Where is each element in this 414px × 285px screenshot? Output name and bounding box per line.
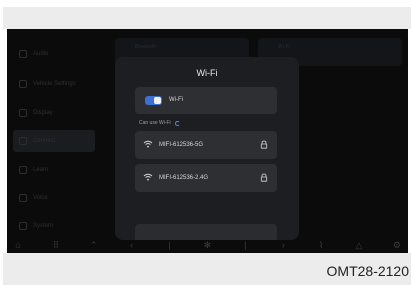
dialog-title: Wi-Fi <box>196 68 218 78</box>
sidebar-item-vehicle-settings[interactable]: Vehicle Settings <box>13 73 95 95</box>
audio-icon <box>19 50 27 58</box>
alert-icon[interactable]: △ <box>354 240 364 250</box>
sidebar-item-system[interactable]: System <box>13 215 95 237</box>
climate-left-icon[interactable]: | <box>165 240 175 250</box>
fan-left-icon[interactable]: ‹ <box>127 240 137 250</box>
sidebar-item-display[interactable]: Display <box>13 102 95 124</box>
seat-icon[interactable]: ⌇ <box>316 240 326 250</box>
lock-icon <box>260 173 268 182</box>
wifi-toggle-switch[interactable] <box>145 96 162 105</box>
sidebar-item-audio[interactable]: Audio <box>13 43 95 65</box>
network-item-partial[interactable] <box>135 224 277 240</box>
wifi-card-label: Wi-Fi <box>278 44 290 50</box>
wifi-dialog: Wi-Fi Wi-Fi Can use Wi-Fi MIFI-612536-5G <box>115 57 299 240</box>
wifi-signal-icon <box>143 173 153 181</box>
sidebar-item-label: System <box>33 223 54 229</box>
figure-top-band <box>3 7 411 29</box>
wifi-toggle-label: Wi-Fi <box>169 97 183 103</box>
toggle-knob <box>154 97 161 104</box>
home-icon[interactable]: ⌂ <box>13 240 23 250</box>
link-icon <box>19 137 27 145</box>
figure-code: OMT28-2120 <box>326 263 409 279</box>
display-icon <box>19 109 27 117</box>
manual-figure: Audio Vehicle Settings Display Connect L… <box>0 0 414 285</box>
fan-right-icon[interactable]: › <box>278 240 288 250</box>
book-icon <box>19 166 27 174</box>
settings-sidebar: Audio Vehicle Settings Display Connect L… <box>7 29 99 253</box>
sidebar-item-label: Voice <box>33 195 48 201</box>
sidebar-item-label: Connect <box>33 138 56 144</box>
navigation-icon[interactable]: ⌃ <box>89 240 99 250</box>
available-networks-header: Can use Wi-Fi <box>139 120 180 126</box>
car-icon <box>19 80 27 88</box>
loading-spinner-icon <box>174 120 180 126</box>
wifi-toggle-row[interactable]: Wi-Fi <box>135 87 277 114</box>
network-item[interactable]: MIFI-612536-5G <box>135 131 277 159</box>
sidebar-item-label: Display <box>33 110 53 116</box>
sidebar-item-voice[interactable]: Voice <box>13 187 95 209</box>
apps-icon[interactable]: ⠿ <box>51 240 61 250</box>
sidebar-item-label: Vehicle Settings <box>33 81 76 87</box>
bluetooth-card-label: Bluetooth <box>135 44 157 50</box>
voice-icon <box>19 194 27 202</box>
lock-icon <box>260 140 268 149</box>
section-label-text: Can use Wi-Fi <box>139 120 171 126</box>
settings-icon[interactable]: ⚙ <box>392 240 402 250</box>
sidebar-item-label: Learn <box>33 167 49 173</box>
network-name: MIFI-612536-2.4G <box>159 175 209 181</box>
wifi-signal-icon <box>143 140 153 148</box>
network-name: MIFI-612536-5G <box>159 142 204 148</box>
sidebar-item-learn[interactable]: Learn <box>13 159 95 181</box>
climate-right-icon[interactable]: | <box>240 240 250 250</box>
sidebar-item-label: Audio <box>33 51 49 57</box>
gear-icon <box>19 222 27 230</box>
sidebar-item-connect[interactable]: Connect <box>13 130 95 152</box>
network-item[interactable]: MIFI-612536-2.4G <box>135 164 277 192</box>
fan-icon[interactable]: ✻ <box>202 240 212 250</box>
infotainment-screen: Audio Vehicle Settings Display Connect L… <box>7 29 408 253</box>
